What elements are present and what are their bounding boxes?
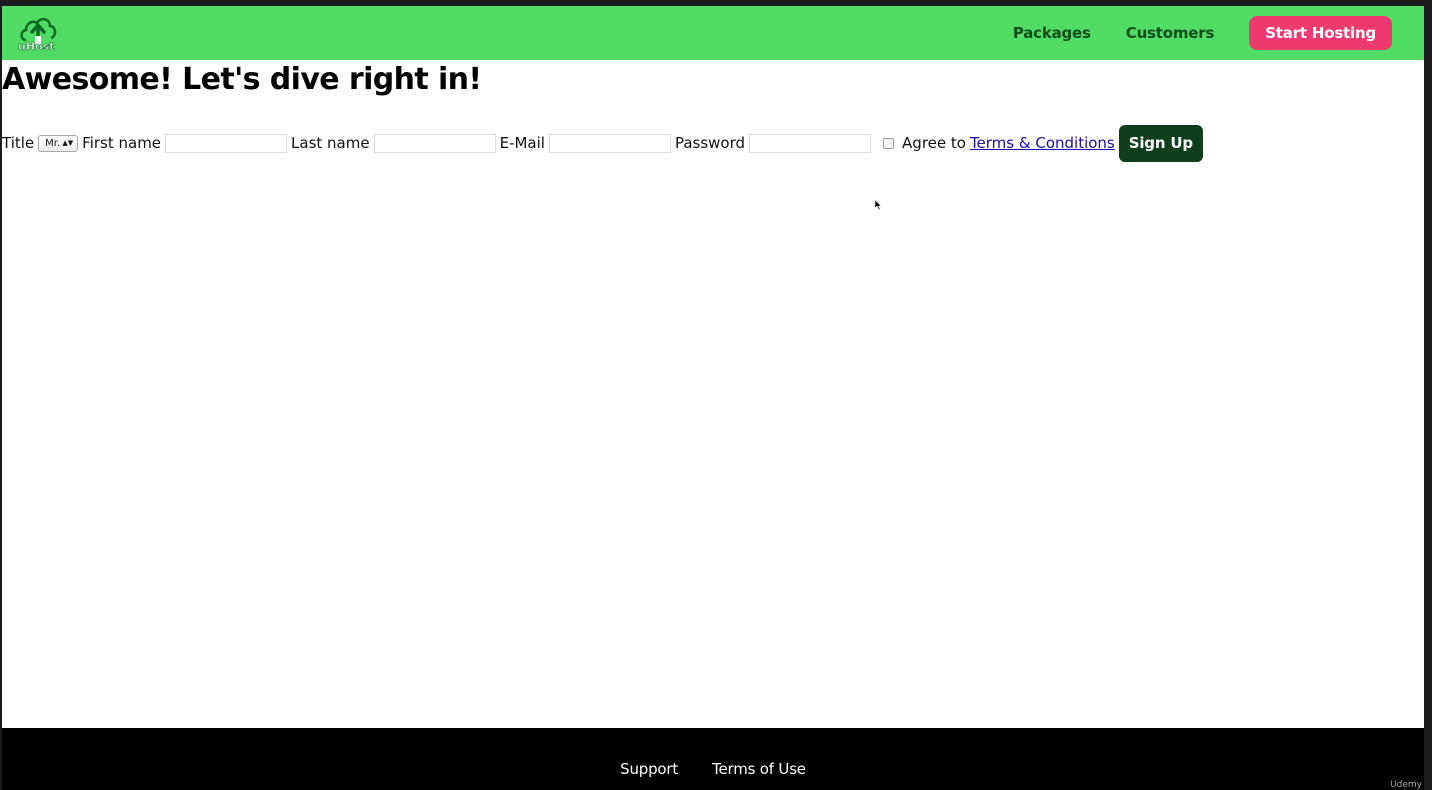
signup-form: Title Mr. ▲▼ First name Last name E-Mail… xyxy=(2,124,1203,162)
email-input[interactable] xyxy=(548,133,671,153)
first-name-input[interactable] xyxy=(165,133,288,153)
nav-packages-link[interactable]: Packages xyxy=(1013,24,1091,42)
site-footer: Support Terms of Use xyxy=(2,728,1424,790)
main-nav: Packages Customers Start Hosting xyxy=(1013,6,1424,60)
agree-label: Agree to xyxy=(902,134,966,152)
nav-customers-link[interactable]: Customers xyxy=(1126,24,1215,42)
email-label: E-Mail xyxy=(499,134,545,152)
page-title: Awesome! Let's dive right in! xyxy=(2,62,482,97)
site-header: uHost Packages Customers Start Hosting xyxy=(2,6,1424,60)
uhost-logo[interactable]: uHost xyxy=(16,12,60,56)
browser-viewport: uHost Packages Customers Start Hosting A… xyxy=(2,6,1424,790)
start-hosting-button[interactable]: Start Hosting xyxy=(1249,16,1392,50)
agree-checkbox[interactable] xyxy=(883,137,895,149)
terms-conditions-link[interactable]: Terms & Conditions xyxy=(970,134,1115,152)
title-label: Title xyxy=(2,134,35,152)
mouse-pointer-icon xyxy=(875,200,882,210)
last-name-input[interactable] xyxy=(373,133,496,153)
title-select[interactable]: Mr. ▲▼ xyxy=(38,134,79,152)
first-name-label: First name xyxy=(82,134,162,152)
select-arrows-icon: ▲▼ xyxy=(62,139,74,147)
logo-text: uHost xyxy=(18,40,55,54)
footer-links: Support Terms of Use xyxy=(2,728,1424,790)
last-name-label: Last name xyxy=(291,134,370,152)
sign-up-button[interactable]: Sign Up xyxy=(1118,124,1203,162)
footer-terms-link[interactable]: Terms of Use xyxy=(712,760,806,778)
password-input[interactable] xyxy=(749,133,872,153)
title-select-value: Mr. xyxy=(45,137,61,149)
udemy-watermark: Udemy xyxy=(1390,780,1422,790)
password-label: Password xyxy=(674,134,746,152)
footer-support-link[interactable]: Support xyxy=(620,760,678,778)
